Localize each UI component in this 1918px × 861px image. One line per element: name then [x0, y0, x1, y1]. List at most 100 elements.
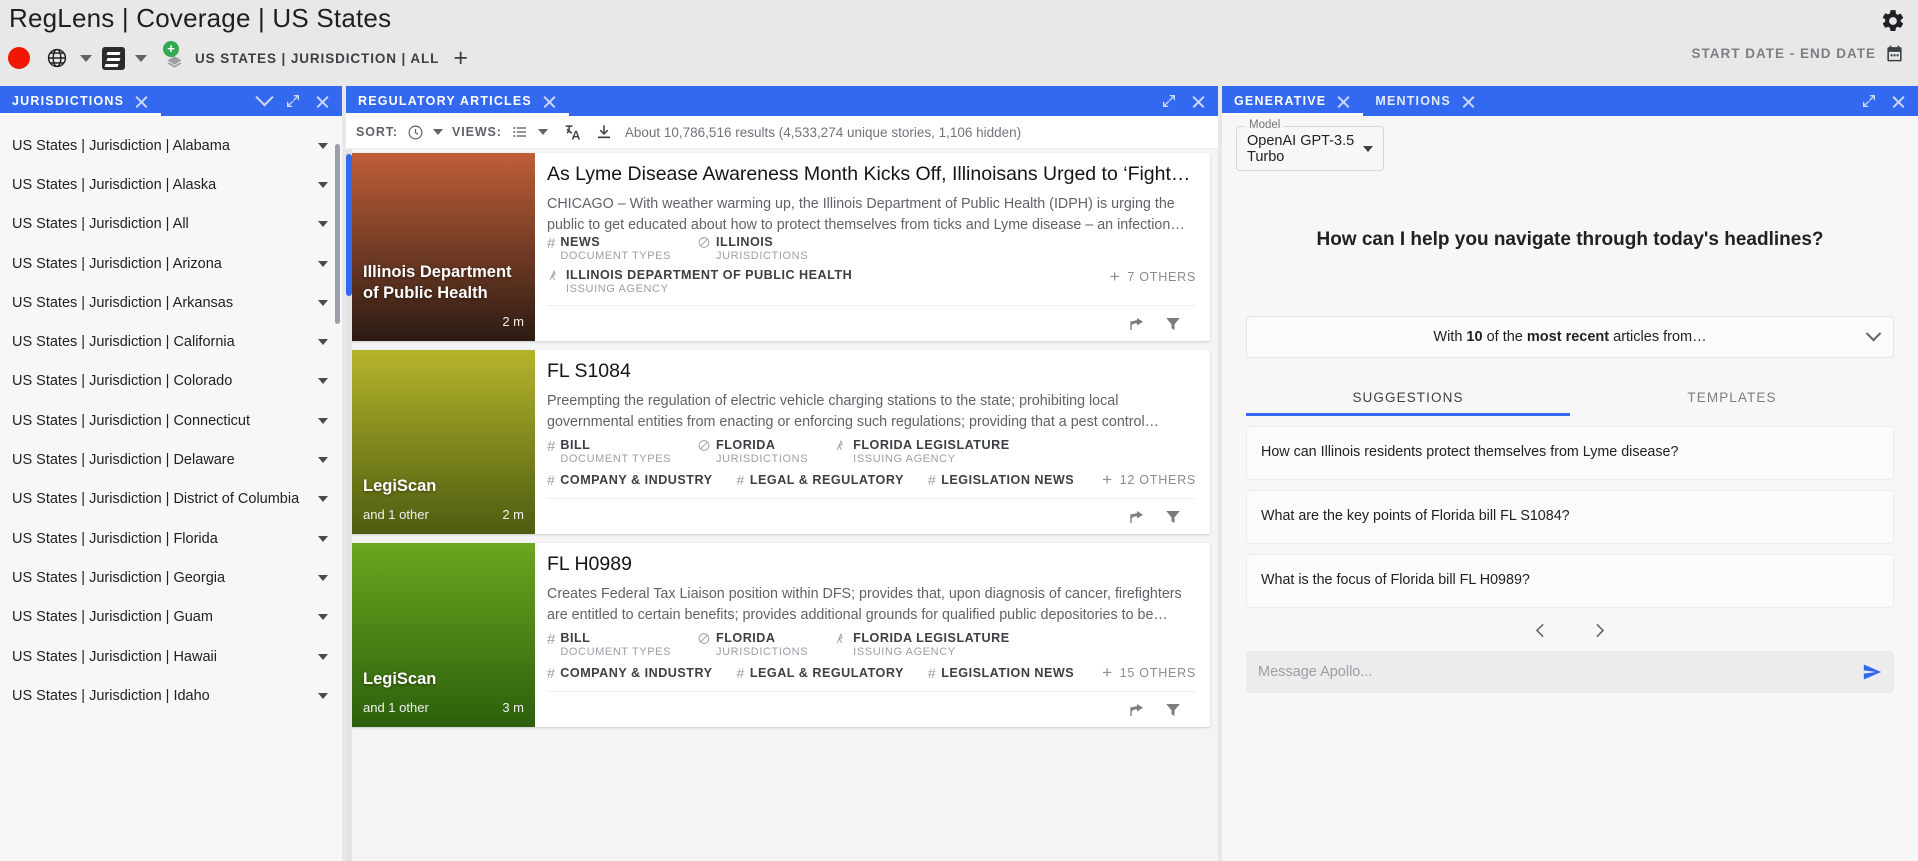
date-range-picker[interactable]: START DATE - END DATE	[1692, 44, 1905, 63]
jurisdiction-list-item[interactable]: US States | Jurisdiction | Georgia	[0, 558, 342, 597]
globe-dropdown-caret[interactable]	[80, 54, 92, 62]
tab-mentions[interactable]: MENTIONS	[1363, 86, 1488, 116]
jurisdictions-scrollbar[interactable]	[335, 144, 340, 324]
close-panel-icon[interactable]	[1891, 94, 1906, 109]
tab-regulatory-articles[interactable]: REGULATORY ARTICLES	[346, 86, 569, 116]
jurisdiction-list-item[interactable]: US States | Jurisdiction | Florida	[0, 519, 342, 558]
close-tab-icon[interactable]	[134, 94, 149, 109]
article-thumbnail[interactable]: LegiScan and 1 other 3 m	[350, 543, 535, 728]
context-label[interactable]: US STATES | JURISDICTION | ALL	[195, 51, 439, 66]
jurisdiction-list-item[interactable]: US States | Jurisdiction | Connecticut	[0, 401, 342, 440]
article-thumbnail[interactable]: LegiScan and 1 other 2 m	[350, 350, 535, 535]
chevron-down-icon[interactable]	[318, 653, 328, 660]
article-thumbnail[interactable]: Illinois Department of Public Health 2 m	[350, 153, 535, 342]
article-meta: FLORIDA LEGISLATURE ISSUING AGENCY	[834, 438, 1009, 465]
jurisdiction-list-item[interactable]: US States | Jurisdiction | Arkansas	[0, 283, 342, 322]
article-title[interactable]: FL S1084	[547, 360, 1196, 384]
list-icon[interactable]	[511, 124, 529, 140]
chevron-down-icon[interactable]	[318, 692, 328, 699]
jurisdiction-list-item[interactable]: US States | Jurisdiction | California	[0, 322, 342, 361]
send-icon[interactable]	[1862, 662, 1882, 682]
share-icon[interactable]	[1128, 508, 1146, 526]
chevron-down-icon[interactable]	[318, 417, 328, 424]
expand-icon[interactable]	[1161, 93, 1177, 109]
share-icon[interactable]	[1128, 701, 1146, 719]
layers-add-icon[interactable]: +	[157, 41, 187, 73]
chevron-down-icon[interactable]	[318, 299, 328, 306]
hash-icon: #	[547, 471, 556, 488]
document-dropdown-caret[interactable]	[135, 54, 147, 62]
article-tag[interactable]: # COMPANY & INDUSTRY	[547, 472, 713, 488]
filter-icon[interactable]	[1164, 701, 1182, 719]
sort-dropdown-caret[interactable]	[433, 129, 443, 135]
chevron-down-icon[interactable]	[318, 378, 328, 385]
article-others-toggle[interactable]: +12 OTHERS	[1102, 471, 1196, 488]
gear-icon[interactable]	[1880, 8, 1906, 34]
suggestion-card[interactable]: What are the key points of Florida bill …	[1246, 489, 1894, 544]
close-panel-icon[interactable]	[315, 94, 330, 109]
chevron-right-icon[interactable]	[1591, 622, 1608, 639]
article-tag[interactable]: # COMPANY & INDUSTRY	[547, 665, 713, 681]
filter-icon[interactable]	[1164, 508, 1182, 526]
jurisdiction-list-item[interactable]: US States | Jurisdiction | Colorado	[0, 362, 342, 401]
chevron-down-icon[interactable]	[318, 535, 328, 542]
close-panel-icon[interactable]	[1191, 94, 1206, 109]
chevron-left-icon[interactable]	[1532, 622, 1549, 639]
globe-icon[interactable]	[46, 47, 68, 69]
suggestion-card[interactable]: What is the focus of Florida bill FL H09…	[1246, 553, 1894, 608]
close-tab-icon[interactable]	[542, 94, 557, 109]
close-tab-icon[interactable]	[1461, 94, 1476, 109]
chevron-down-icon[interactable]	[318, 142, 328, 149]
article-tag[interactable]: # LEGISLATION NEWS	[928, 665, 1074, 681]
tab-suggestions[interactable]: SUGGESTIONS	[1246, 378, 1570, 416]
chevron-down-icon[interactable]	[318, 457, 328, 464]
record-indicator[interactable]	[8, 47, 30, 69]
article-card[interactable]: Illinois Department of Public Health 2 m…	[350, 153, 1210, 342]
jurisdiction-list-item[interactable]: US States | Jurisdiction | Idaho	[0, 676, 342, 715]
article-tag[interactable]: # LEGAL & REGULATORY	[737, 665, 904, 681]
jurisdiction-list-item[interactable]: US States | Jurisdiction | Delaware	[0, 440, 342, 479]
clock-icon[interactable]	[407, 124, 424, 141]
chevron-down-icon[interactable]	[318, 574, 328, 581]
chevron-down-icon[interactable]	[318, 221, 328, 228]
model-select[interactable]: Model OpenAI GPT-3.5 Turbo	[1236, 119, 1384, 171]
chevron-down-icon[interactable]	[318, 496, 328, 503]
chevron-down-icon[interactable]	[318, 260, 328, 267]
download-icon[interactable]	[595, 123, 613, 141]
article-others-toggle[interactable]: +15 OTHERS	[1102, 664, 1196, 681]
jurisdiction-list-item[interactable]: US States | Jurisdiction | Hawaii	[0, 637, 342, 676]
jurisdiction-list-item[interactable]: US States | Jurisdiction | Alabama	[0, 126, 342, 165]
close-tab-icon[interactable]	[1336, 94, 1351, 109]
expand-icon[interactable]	[1861, 93, 1877, 109]
tab-templates[interactable]: TEMPLATES	[1570, 378, 1894, 416]
articles-scrollbar[interactable]	[346, 154, 352, 296]
translate-icon[interactable]	[563, 122, 584, 142]
article-title[interactable]: FL H0989	[547, 553, 1196, 577]
suggestion-card[interactable]: How can Illinois residents protect thems…	[1246, 425, 1894, 480]
jurisdiction-list-item[interactable]: US States | Jurisdiction | District of C…	[0, 480, 342, 519]
add-context-button[interactable]: +	[453, 45, 468, 71]
jurisdiction-list-item[interactable]: US States | Jurisdiction | Guam	[0, 598, 342, 637]
article-others-toggle[interactable]: +7 OTHERS	[1110, 268, 1196, 285]
article-tag[interactable]: # LEGISLATION NEWS	[928, 472, 1074, 488]
chevron-down-icon[interactable]	[318, 181, 328, 188]
tab-generative[interactable]: GENERATIVE	[1222, 86, 1364, 116]
views-dropdown-caret[interactable]	[537, 129, 548, 135]
jurisdiction-list-item[interactable]: US States | Jurisdiction | All	[0, 205, 342, 244]
collapse-chevron-icon[interactable]	[255, 87, 274, 106]
document-icon[interactable]	[102, 46, 125, 70]
expand-icon[interactable]	[285, 93, 301, 109]
jurisdiction-list-item[interactable]: US States | Jurisdiction | Alaska	[0, 165, 342, 204]
article-card[interactable]: LegiScan and 1 other 3 m FL H0989 Create…	[350, 543, 1210, 728]
chevron-down-icon[interactable]	[318, 614, 328, 621]
article-card[interactable]: LegiScan and 1 other 2 m FL S1084 Preemp…	[350, 350, 1210, 535]
message-input[interactable]	[1258, 663, 1862, 680]
chevron-down-icon[interactable]	[318, 339, 328, 346]
filter-icon[interactable]	[1164, 315, 1182, 333]
tab-jurisdictions[interactable]: JURISDICTIONS	[0, 86, 162, 116]
article-title[interactable]: As Lyme Disease Awareness Month Kicks Of…	[547, 163, 1196, 187]
article-tag[interactable]: # LEGAL & REGULATORY	[737, 472, 904, 488]
jurisdiction-list-item[interactable]: US States | Jurisdiction | Arizona	[0, 244, 342, 283]
context-selector[interactable]: With 10 of the most recent articles from…	[1246, 315, 1894, 358]
share-icon[interactable]	[1128, 315, 1146, 333]
